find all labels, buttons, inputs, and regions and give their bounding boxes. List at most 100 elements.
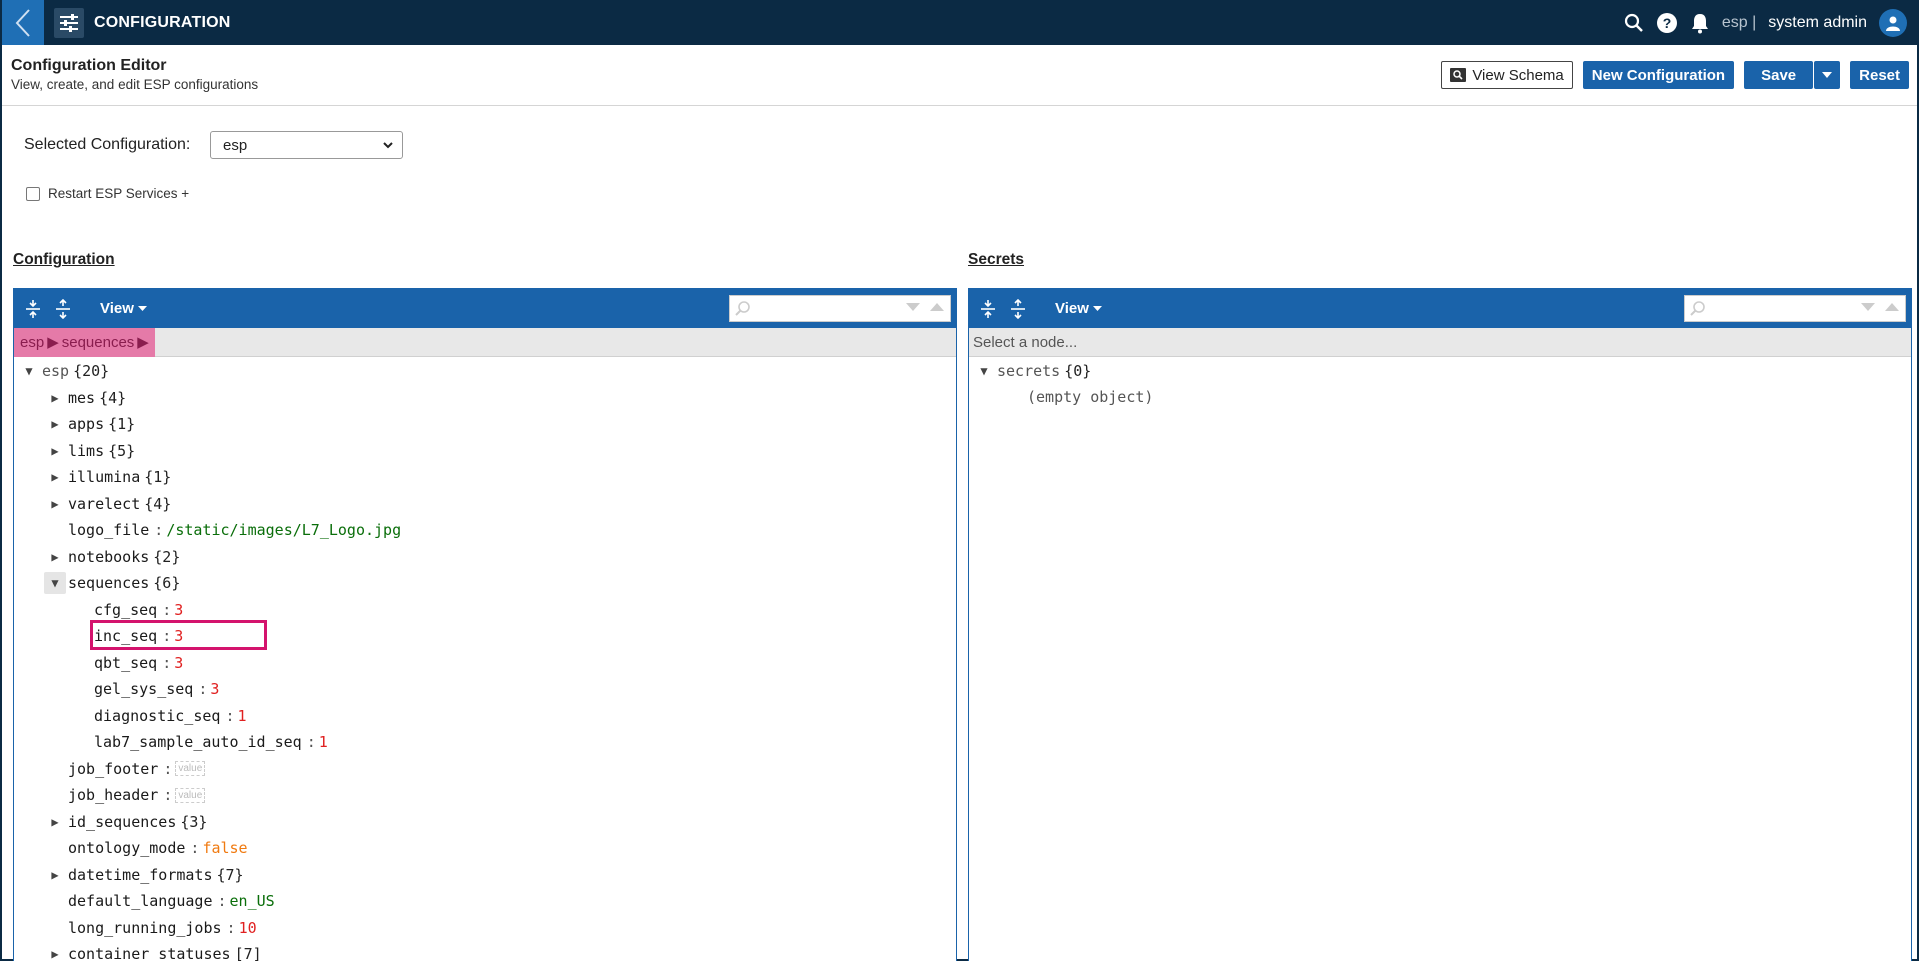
restart-services-option[interactable]: Restart ESP Services + <box>26 186 189 201</box>
tree-node[interactable]: ▶ apps {1} <box>44 413 135 435</box>
tree-node[interactable]: long_running_jobs:10 <box>44 917 257 939</box>
expanded-toggle-icon[interactable]: ▼ <box>973 360 995 382</box>
view-schema-button[interactable]: View Schema <box>1441 61 1573 89</box>
tree-node[interactable]: lab7_sample_auto_id_seq:1 <box>70 731 328 753</box>
tree-node[interactable]: ontology_mode: false <box>44 837 248 859</box>
restart-services-checkbox[interactable] <box>26 186 40 201</box>
back-button[interactable] <box>2 0 44 45</box>
expand-all-icon[interactable] <box>22 298 44 320</box>
node-key[interactable]: job_header <box>66 786 160 804</box>
node-key[interactable]: lims <box>66 442 106 460</box>
save-options-button[interactable] <box>1814 61 1841 89</box>
collapsed-toggle-icon[interactable]: ▶ <box>44 943 66 961</box>
tree-node[interactable]: ▶ id_sequences {3} <box>44 811 207 833</box>
search-next-icon[interactable] <box>906 302 920 312</box>
tree-node[interactable]: ▼ secrets {0} <box>973 360 1091 382</box>
node-value[interactable]: 1 <box>319 733 328 751</box>
node-value[interactable]: 1 <box>237 707 246 725</box>
node-value[interactable]: 3 <box>174 654 183 672</box>
collapsed-toggle-icon[interactable]: ▶ <box>44 413 66 435</box>
tree-node[interactable]: ▶ notebooks {2} <box>44 546 180 568</box>
expanded-toggle-icon[interactable]: ▼ <box>44 572 66 594</box>
tree-node[interactable]: gel_sys_seq:3 <box>70 678 219 700</box>
breadcrumb-item[interactable]: esp <box>20 334 44 351</box>
collapsed-toggle-icon[interactable]: ▶ <box>44 493 66 515</box>
node-key[interactable]: diagnostic_seq <box>92 707 222 725</box>
node-key[interactable]: esp <box>40 362 71 380</box>
node-key[interactable]: apps <box>66 415 106 433</box>
node-key[interactable]: illumina <box>66 468 142 486</box>
search-previous-icon[interactable] <box>930 302 944 312</box>
toggle-spacer <box>70 678 92 700</box>
expanded-toggle-icon[interactable]: ▼ <box>18 360 40 382</box>
avatar[interactable] <box>1879 8 1907 37</box>
node-key[interactable]: lab7_sample_auto_id_seq <box>92 733 304 751</box>
tree-node[interactable]: job_header: value <box>44 784 206 806</box>
node-key[interactable]: ontology_mode <box>66 839 187 857</box>
search-icon[interactable] <box>1624 13 1644 33</box>
tree-node[interactable]: ▶ illumina {1} <box>44 466 171 488</box>
node-value[interactable]: en_US <box>230 892 275 910</box>
search-next-icon[interactable] <box>1861 302 1875 312</box>
secrets-search-input[interactable] <box>1684 295 1906 322</box>
tree-node[interactable]: ▶ container_statuses [7] <box>44 943 261 961</box>
reset-button[interactable]: Reset <box>1850 61 1909 89</box>
node-key[interactable]: long_running_jobs <box>66 919 224 937</box>
collapsed-toggle-icon[interactable]: ▶ <box>44 864 66 886</box>
node-key[interactable]: logo_file <box>66 521 151 539</box>
collapsed-toggle-icon[interactable]: ▶ <box>44 387 66 409</box>
save-button[interactable]: Save <box>1744 61 1814 89</box>
collapsed-toggle-icon[interactable]: ▶ <box>44 440 66 462</box>
tree-node[interactable]: ▶ varelect {4} <box>44 493 171 515</box>
node-value[interactable]: value <box>175 761 206 776</box>
tree-node[interactable]: qbt_seq:3 <box>70 652 183 674</box>
tree-node[interactable]: ▶ datetime_formats {7} <box>44 864 243 886</box>
collapse-all-icon[interactable] <box>1007 298 1029 320</box>
help-icon[interactable]: ? <box>1656 12 1678 34</box>
view-menu[interactable]: View <box>100 300 147 317</box>
breadcrumb-separator-icon[interactable]: ▶ <box>137 333 149 351</box>
node-key[interactable]: default_language <box>66 892 215 910</box>
view-menu[interactable]: View <box>1055 300 1102 317</box>
tree-node[interactable]: ▼ sequences {6} <box>44 572 180 594</box>
node-value[interactable]: /static/images/L7_Logo.jpg <box>166 521 401 539</box>
collapsed-toggle-icon[interactable]: ▶ <box>44 466 66 488</box>
tree-node[interactable]: logo_file:/static/images/L7_Logo.jpg <box>44 519 401 541</box>
configuration-select[interactable]: esp <box>210 131 403 159</box>
search-previous-icon[interactable] <box>1885 302 1899 312</box>
toggle-spacer <box>44 890 66 912</box>
breadcrumb-item[interactable]: sequences <box>62 334 135 351</box>
node-key[interactable]: gel_sys_seq <box>92 680 195 698</box>
node-key[interactable]: id_sequences <box>66 813 178 831</box>
tree-node[interactable]: job_footer: value <box>44 758 206 780</box>
node-value[interactable]: false <box>202 839 247 857</box>
tree-node[interactable]: ▶ lims {5} <box>44 440 135 462</box>
expand-all-icon[interactable] <box>977 298 999 320</box>
collapse-all-icon[interactable] <box>52 298 74 320</box>
node-key[interactable]: mes <box>66 389 97 407</box>
tree-node[interactable]: default_language: en_US <box>44 890 275 912</box>
node-key[interactable]: job_footer <box>66 760 160 778</box>
bell-icon[interactable] <box>1690 12 1710 34</box>
node-value[interactable]: 3 <box>174 601 183 619</box>
collapsed-toggle-icon[interactable]: ▶ <box>44 811 66 833</box>
node-value[interactable]: 3 <box>210 680 219 698</box>
tree-node[interactable]: ▼ esp {20} <box>18 360 109 382</box>
tree-node[interactable]: diagnostic_seq:1 <box>70 705 247 727</box>
node-key[interactable]: notebooks <box>66 548 151 566</box>
tree-node[interactable]: ▶ mes {4} <box>44 387 126 409</box>
new-configuration-button[interactable]: New Configuration <box>1582 61 1735 89</box>
node-key[interactable]: datetime_formats <box>66 866 215 884</box>
tree-node[interactable]: cfg_seq:3 <box>70 599 183 621</box>
collapsed-toggle-icon[interactable]: ▶ <box>44 546 66 568</box>
node-key[interactable]: container_statuses <box>66 945 233 961</box>
tree-search-input[interactable] <box>729 295 951 322</box>
node-key[interactable]: qbt_seq <box>92 654 159 672</box>
node-value[interactable]: 10 <box>239 919 257 937</box>
node-value[interactable]: value <box>175 787 206 803</box>
user-name[interactable]: system admin <box>1768 14 1867 32</box>
node-key[interactable]: varelect <box>66 495 142 513</box>
view-menu-label: View <box>100 300 134 317</box>
node-key[interactable]: sequences <box>66 574 151 592</box>
node-key[interactable]: cfg_seq <box>92 601 159 619</box>
